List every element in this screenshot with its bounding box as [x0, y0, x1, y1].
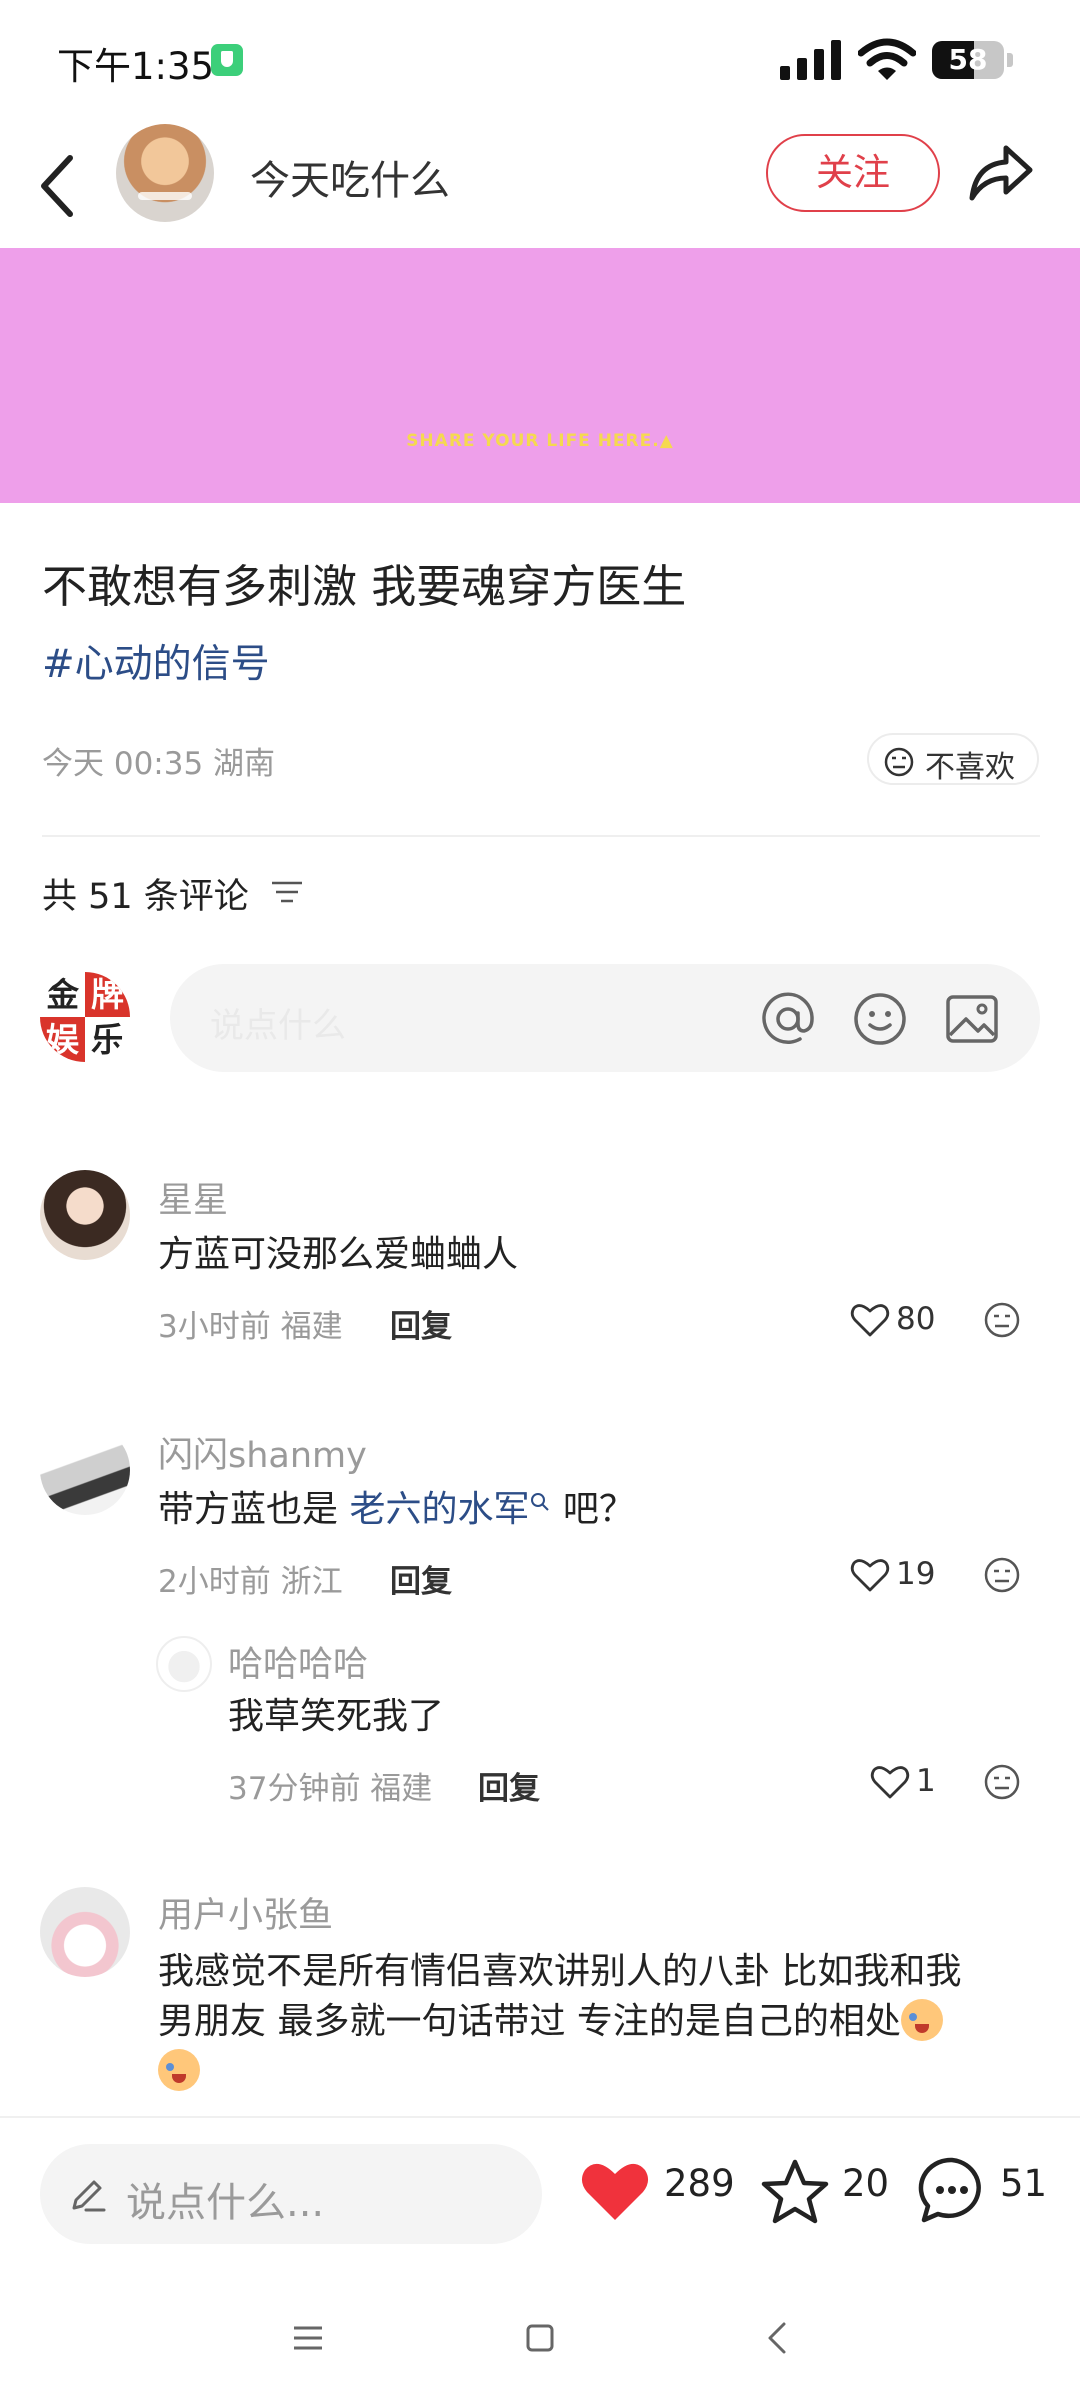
comment-count: 51 — [1000, 2162, 1048, 2205]
crying-laughing-emoji-icon — [900, 1999, 943, 2041]
emoji-icon[interactable] — [852, 991, 908, 1047]
star-count: 20 — [842, 2162, 890, 2205]
comment-avatar[interactable] — [40, 1425, 130, 1515]
my-avatar[interactable]: 金 牌 娱 乐 — [40, 972, 130, 1062]
heart-icon[interactable] — [850, 1302, 890, 1338]
say-something-input[interactable]: 说点什么... — [40, 2144, 542, 2244]
post-title: 不敢想有多刺激 我要魂穿方医生 — [42, 560, 687, 613]
post-meta: 今天 00:35 湖南 — [42, 746, 276, 782]
like-count: 289 — [664, 2162, 735, 2205]
at-icon[interactable] — [760, 991, 816, 1047]
reply-button[interactable]: 回复 — [390, 1301, 452, 1346]
reply-avatar[interactable] — [156, 1636, 212, 1692]
menu-icon[interactable] — [288, 2318, 328, 2358]
avatar-char: 乐 — [91, 1020, 124, 1059]
comment-user[interactable]: 用户小张鱼 — [158, 1887, 333, 1938]
comment-avatar[interactable] — [40, 1887, 130, 1977]
search-icon[interactable] — [529, 1491, 551, 1513]
post-tag[interactable]: #心动的信号 — [42, 633, 270, 689]
share-icon[interactable] — [966, 138, 1036, 208]
signal-icon — [780, 40, 842, 80]
battery-percent: 58 — [948, 43, 988, 76]
dislike-face-icon[interactable] — [983, 1763, 1021, 1801]
wifi-icon — [858, 38, 916, 80]
reply-like-count: 1 — [916, 1763, 936, 1799]
comment-text-part: 带方蓝也是 — [158, 1489, 350, 1530]
shield-icon — [211, 44, 243, 76]
author-name[interactable]: 今天吃什么 — [250, 148, 450, 206]
dislike-face-icon[interactable] — [983, 1556, 1021, 1594]
comment-text-line — [158, 2047, 1028, 2097]
back-icon[interactable] — [30, 146, 90, 226]
battery-tip — [1007, 53, 1013, 67]
reply-user[interactable]: 哈哈哈哈 — [228, 1636, 368, 1687]
comment-text-line: 我感觉不是所有情侣喜欢讲别人的八卦 比如我和我 — [158, 1951, 962, 1992]
say-something-placeholder: 说点什么... — [126, 2180, 325, 2226]
dislike-face-icon — [884, 747, 914, 777]
dislike-button[interactable]: 不喜欢 — [867, 733, 1039, 785]
comment-user[interactable]: 星星 — [158, 1172, 228, 1223]
nav-back-icon[interactable] — [758, 2318, 798, 2358]
avatar-char: 牌 — [85, 972, 130, 1017]
comment-input-placeholder: 说点什么 — [210, 1006, 346, 1046]
reply-text: 我草笑死我了 — [228, 1696, 445, 1737]
avatar-char: 娱 — [40, 1017, 85, 1062]
comment-text: 我感觉不是所有情侣喜欢讲别人的八卦 比如我和我 男朋友 最多就一句话带过 专注的… — [158, 1947, 1028, 2097]
dislike-label: 不喜欢 — [925, 750, 1015, 785]
comment-meta: 2小时前 浙江 — [158, 1564, 343, 1600]
system-nav-bar — [0, 2280, 1080, 2400]
comment-text: 带方蓝也是 老六的水军 吧？ — [158, 1485, 635, 1535]
dislike-face-icon[interactable] — [983, 1301, 1021, 1339]
comment-like-count: 80 — [896, 1301, 936, 1337]
comment-text: 方蓝可没那么爱蛐蛐人 — [158, 1234, 519, 1275]
banner-text: SHARE YOUR LIFE HERE.▲ — [406, 431, 674, 451]
reply-button[interactable]: 回复 — [390, 1556, 452, 1601]
comment-meta: 3小时前 福建 — [158, 1309, 343, 1345]
comment-user[interactable]: 闪闪shanmy — [158, 1427, 367, 1478]
comment-input[interactable]: 说点什么 — [170, 964, 1040, 1072]
comment-avatar[interactable] — [40, 1170, 130, 1260]
avatar-char: 金 — [46, 975, 79, 1014]
comment-icon[interactable] — [916, 2154, 988, 2226]
follow-button[interactable]: 关注 — [766, 134, 940, 212]
heart-icon[interactable] — [870, 1764, 910, 1800]
battery-icon: 58 — [932, 41, 1004, 79]
reply-meta: 37分钟前 福建 — [228, 1771, 433, 1807]
home-icon[interactable] — [520, 2318, 560, 2358]
comment-like-count: 19 — [896, 1556, 936, 1592]
divider — [42, 835, 1040, 837]
post-image[interactable]: SHARE YOUR LIFE HERE.▲ — [0, 248, 1080, 503]
filter-icon[interactable] — [270, 879, 304, 905]
bottom-action-bar: 说点什么... 289 20 51 — [0, 2116, 1080, 2276]
comments-count: 共 51 条评论 — [42, 877, 249, 917]
search-link[interactable]: 老六的水军 — [349, 1489, 529, 1530]
star-icon[interactable] — [760, 2158, 830, 2226]
comment-text-part: 男朋友 最多就一句话带过 专注的是自己的相处 — [158, 2001, 901, 2042]
reply-button[interactable]: 回复 — [478, 1763, 540, 1808]
comment-text-line: 男朋友 最多就一句话带过 专注的是自己的相处 — [158, 1997, 1028, 2047]
heart-icon[interactable] — [850, 1557, 890, 1593]
comment-text-part: 吧？ — [551, 1489, 635, 1530]
pen-icon — [72, 2180, 106, 2212]
status-bar: 下午1:35 58 — [0, 0, 1080, 124]
crying-laughing-emoji-icon — [158, 2049, 200, 2091]
heart-icon[interactable] — [578, 2158, 652, 2224]
status-time: 下午1:35 — [57, 45, 215, 88]
author-avatar[interactable] — [116, 124, 214, 222]
post-header: 今天吃什么 关注 — [0, 124, 1080, 248]
image-icon[interactable] — [944, 991, 1000, 1047]
